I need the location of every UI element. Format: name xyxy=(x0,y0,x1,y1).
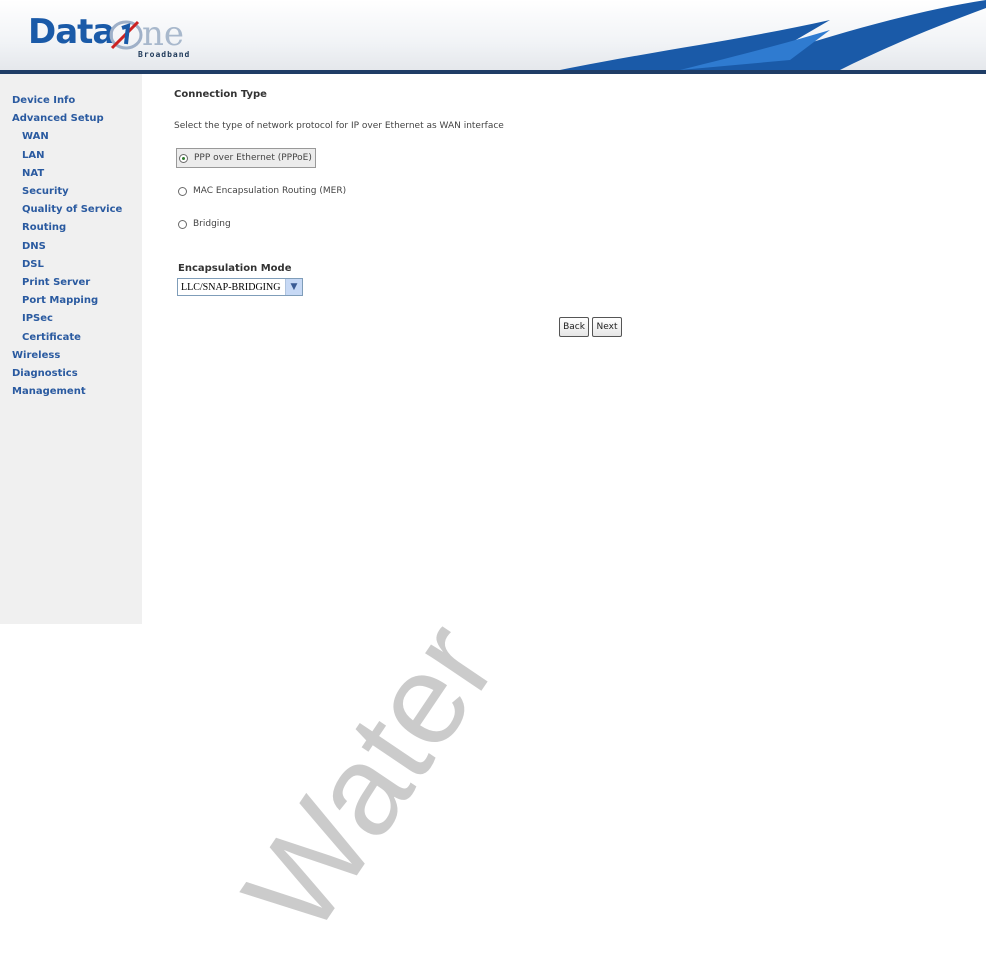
sidebar-item-quality-of-service[interactable]: Quality of Service xyxy=(0,201,142,219)
sidebar-item-routing[interactable]: Routing xyxy=(0,219,142,237)
option-pppoe-label: PPP over Ethernet (PPPoE) xyxy=(194,153,312,163)
encapsulation-mode-label: Encapsulation Mode xyxy=(178,263,292,274)
sidebar-item-certificate[interactable]: Certificate xyxy=(0,329,142,347)
dataone-logo: Data ne Broadband xyxy=(28,12,218,62)
option-pppoe[interactable]: PPP over Ethernet (PPPoE) xyxy=(176,148,316,168)
page-title: Connection Type xyxy=(174,89,267,100)
sidebar-item-advanced-setup[interactable]: Advanced Setup xyxy=(0,110,142,128)
sidebar-item-port-mapping[interactable]: Port Mapping xyxy=(0,292,142,310)
sidebar-item-wireless[interactable]: Wireless xyxy=(0,347,142,365)
sidebar-item-print-server[interactable]: Print Server xyxy=(0,274,142,292)
next-button[interactable]: Next xyxy=(592,317,622,337)
watermark-text: Water xyxy=(216,598,524,958)
header-divider xyxy=(0,70,986,74)
header-banner: Data ne Broadband xyxy=(0,0,986,72)
sidebar: Device Info Advanced Setup WAN LAN NAT S… xyxy=(0,74,142,624)
sidebar-item-wan[interactable]: WAN xyxy=(0,128,142,146)
sidebar-item-ipsec[interactable]: IPSec xyxy=(0,310,142,328)
logo-text-data: Data xyxy=(28,12,115,52)
sidebar-item-dns[interactable]: DNS xyxy=(0,238,142,256)
encapsulation-mode-value: LLC/SNAP-BRIDGING xyxy=(181,281,281,293)
page-description: Select the type of network protocol for … xyxy=(174,121,504,131)
option-mer-label: MAC Encapsulation Routing (MER) xyxy=(193,186,347,196)
sidebar-item-lan[interactable]: LAN xyxy=(0,147,142,165)
radio-bridging[interactable] xyxy=(178,219,187,229)
logo-subtitle: Broadband xyxy=(138,50,191,59)
sidebar-item-security[interactable]: Security xyxy=(0,183,142,201)
radio-mer[interactable] xyxy=(178,186,187,196)
option-mer[interactable]: MAC Encapsulation Routing (MER) xyxy=(178,182,346,200)
option-bridging-label: Bridging xyxy=(193,219,231,229)
sidebar-item-management[interactable]: Management xyxy=(0,383,142,401)
radio-pppoe[interactable] xyxy=(179,153,188,163)
header-swoosh-graphic xyxy=(560,0,986,70)
logo-emblem-icon xyxy=(109,20,143,50)
sidebar-item-nat[interactable]: NAT xyxy=(0,165,142,183)
encapsulation-mode-select[interactable]: LLC/SNAP-BRIDGING ▼ xyxy=(177,278,303,296)
back-button[interactable]: Back xyxy=(559,317,589,337)
sidebar-item-device-info[interactable]: Device Info xyxy=(0,92,142,110)
sidebar-item-dsl[interactable]: DSL xyxy=(0,256,142,274)
sidebar-item-diagnostics[interactable]: Diagnostics xyxy=(0,365,142,383)
sidebar-nav: Device Info Advanced Setup WAN LAN NAT S… xyxy=(0,74,142,401)
chevron-down-icon[interactable]: ▼ xyxy=(285,279,302,295)
logo-text-one: ne xyxy=(142,14,185,54)
option-bridging[interactable]: Bridging xyxy=(178,215,231,233)
